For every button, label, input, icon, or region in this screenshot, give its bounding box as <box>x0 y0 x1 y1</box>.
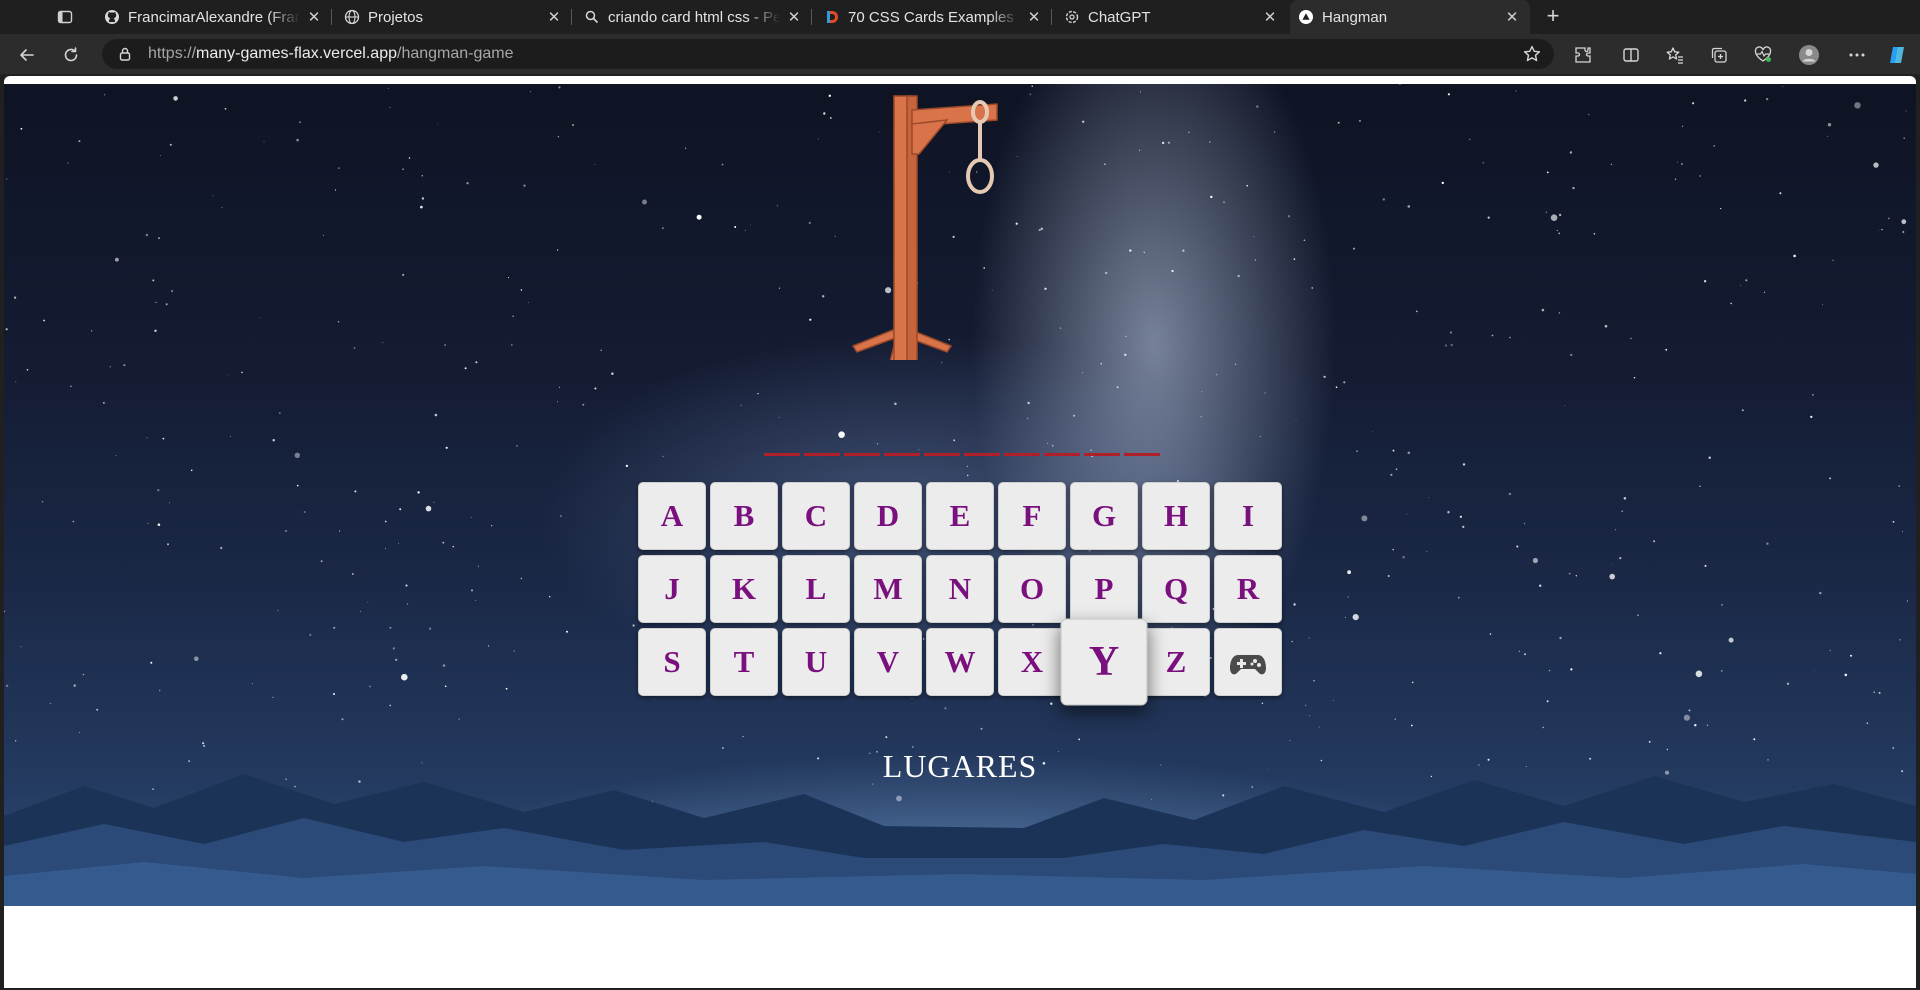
key-o[interactable]: O <box>998 555 1066 623</box>
tab-chatgpt[interactable]: ChatGPT ✕ <box>1056 2 1288 32</box>
key-d[interactable]: D <box>854 482 922 550</box>
tab-title: criando card html css - Pes <box>608 8 780 26</box>
key-s[interactable]: S <box>638 628 706 696</box>
key-r[interactable]: R <box>1214 555 1282 623</box>
refresh-icon[interactable] <box>60 44 82 66</box>
key-i[interactable]: I <box>1214 482 1282 550</box>
letter-slot <box>884 453 920 456</box>
tab-title: Projetos <box>368 8 424 26</box>
key-l[interactable]: L <box>782 555 850 623</box>
close-icon[interactable]: ✕ <box>786 9 802 26</box>
key-e[interactable]: E <box>926 482 994 550</box>
key-w[interactable]: W <box>926 628 994 696</box>
key-q[interactable]: Q <box>1142 555 1210 623</box>
new-game-button[interactable] <box>1214 628 1282 696</box>
url-path: /hangman-game <box>397 45 514 62</box>
tab-search[interactable]: criando card html css - Pes ✕ <box>576 2 812 32</box>
more-options-icon[interactable] <box>1846 44 1868 66</box>
letter-slot <box>1044 453 1080 456</box>
chatgpt-icon <box>1064 9 1080 25</box>
new-tab-button[interactable]: + <box>1542 5 1564 28</box>
key-x[interactable]: X <box>998 628 1066 696</box>
site-icon <box>824 9 840 25</box>
url-scheme: https:// <box>148 45 197 62</box>
github-icon <box>104 9 120 25</box>
close-icon[interactable]: ✕ <box>306 9 322 26</box>
favorites-icon[interactable] <box>1664 44 1686 66</box>
key-u[interactable]: U <box>782 628 850 696</box>
favorite-star-icon[interactable] <box>1522 44 1542 64</box>
word-slots <box>764 448 1160 458</box>
page-viewport: A B C D E F G H I J K L M N O P Q R S T … <box>4 76 1916 988</box>
browser-toolbar: https://many-games-flax.vercel.app/hangm… <box>0 34 1920 74</box>
tab-css-cards[interactable]: 70 CSS Cards Examples To ✕ <box>816 2 1052 32</box>
tab-title: 70 CSS Cards Examples To <box>848 8 1020 26</box>
keyboard-row: A B C D E F G H I <box>638 482 1286 550</box>
lock-icon[interactable] <box>116 45 134 63</box>
tab-title: Hangman <box>1322 8 1388 26</box>
tab-separator <box>1051 9 1052 25</box>
tab-separator <box>811 9 812 25</box>
tab-separator <box>331 9 332 25</box>
key-c[interactable]: C <box>782 482 850 550</box>
key-z[interactable]: Z <box>1142 628 1210 696</box>
tab-github[interactable]: FrancimarAlexandre (Franc ✕ <box>96 2 332 32</box>
back-icon[interactable] <box>16 44 38 66</box>
key-n[interactable]: N <box>926 555 994 623</box>
key-v[interactable]: V <box>854 628 922 696</box>
letter-slot <box>924 453 960 456</box>
tab-title: ChatGPT <box>1088 8 1151 26</box>
keyboard-row: S T U V W X Y Z <box>638 618 1286 706</box>
key-h[interactable]: H <box>1142 482 1210 550</box>
browser-essentials-icon[interactable] <box>1752 44 1774 66</box>
letter-slot <box>1004 453 1040 456</box>
close-icon[interactable]: ✕ <box>1026 9 1042 26</box>
letter-slot <box>1124 453 1160 456</box>
key-y[interactable]: Y <box>1060 618 1148 706</box>
letter-slot <box>964 453 1000 456</box>
letter-slot <box>844 453 880 456</box>
address-bar[interactable]: https://many-games-flax.vercel.app/hangm… <box>102 39 1554 69</box>
hangman-game-area: A B C D E F G H I J K L M N O P Q R S T … <box>4 84 1916 906</box>
letter-slot <box>804 453 840 456</box>
close-icon[interactable]: ✕ <box>1504 9 1520 26</box>
key-j[interactable]: J <box>638 555 706 623</box>
key-t[interactable]: T <box>710 628 778 696</box>
profile-avatar-icon[interactable] <box>1798 44 1820 66</box>
url-host: many-games-flax.vercel.app <box>196 45 397 62</box>
close-icon[interactable]: ✕ <box>1262 9 1278 26</box>
vercel-icon <box>1298 9 1314 25</box>
url-text[interactable]: https://many-games-flax.vercel.app/hangm… <box>148 44 514 64</box>
tab-separator <box>571 9 572 25</box>
keyboard-row: J K L M N O P Q R <box>638 555 1286 623</box>
split-screen-icon[interactable] <box>1620 44 1642 66</box>
close-icon[interactable]: ✕ <box>546 9 562 26</box>
collections-icon[interactable] <box>1708 44 1730 66</box>
gamepad-icon <box>1229 649 1267 675</box>
key-k[interactable]: K <box>710 555 778 623</box>
tab-projetos[interactable]: Projetos ✕ <box>336 2 572 32</box>
key-m[interactable]: M <box>854 555 922 623</box>
globe-icon <box>344 9 360 25</box>
gallows-illustration <box>851 95 998 360</box>
key-p[interactable]: P <box>1070 555 1138 623</box>
search-icon <box>584 9 600 25</box>
key-b[interactable]: B <box>710 482 778 550</box>
tab-title: FrancimarAlexandre (Franc <box>128 8 300 26</box>
key-f[interactable]: F <box>998 482 1066 550</box>
key-g[interactable]: G <box>1070 482 1138 550</box>
copilot-icon[interactable] <box>1886 44 1908 66</box>
tab-hangman[interactable]: Hangman ✕ <box>1290 0 1530 34</box>
letter-keyboard: A B C D E F G H I J K L M N O P Q R S T … <box>638 482 1286 706</box>
key-a[interactable]: A <box>638 482 706 550</box>
tab-actions-icon[interactable] <box>56 8 74 26</box>
tab-strip: FrancimarAlexandre (Franc ✕ Projetos ✕ c… <box>0 0 1920 34</box>
letter-slot <box>1084 453 1120 456</box>
extensions-icon[interactable] <box>1572 44 1594 66</box>
letter-slot <box>764 453 800 456</box>
category-hint: LUGARES <box>882 748 1038 784</box>
